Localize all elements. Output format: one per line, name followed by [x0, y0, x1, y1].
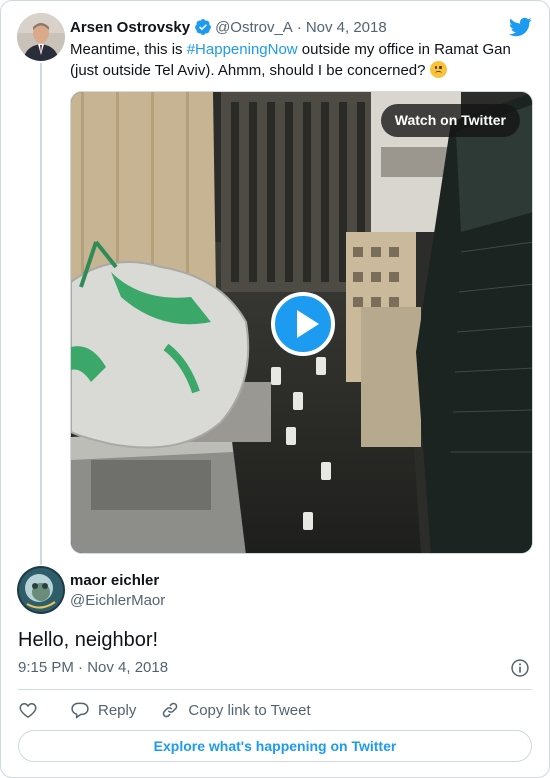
tweet-actions: Reply Copy link to Tweet	[18, 698, 311, 722]
copy-link-button[interactable]: Copy link to Tweet	[160, 700, 311, 720]
info-icon[interactable]	[510, 658, 530, 678]
heart-icon	[19, 702, 37, 718]
hashtag-link[interactable]: #HappeningNow	[187, 41, 298, 58]
worried-face-icon	[429, 61, 447, 78]
explore-button[interactable]: Explore what's happening on Twitter	[18, 730, 532, 762]
avatar[interactable]	[17, 566, 65, 614]
dot-separator: ·	[296, 18, 302, 36]
link-icon	[163, 702, 178, 718]
play-button[interactable]	[271, 292, 335, 356]
tweet-header: Arsen Ostrovsky @Ostrov_A · Nov 4, 2018	[70, 17, 499, 37]
avatar[interactable]	[17, 13, 65, 61]
author-handle[interactable]: @Ostrov_A	[215, 19, 293, 36]
tweet-timestamp[interactable]: 9:15 PM · Nov 4, 2018	[18, 659, 168, 676]
reply-button[interactable]: Reply	[70, 700, 136, 720]
tweet-date[interactable]: Nov 4, 2018	[306, 19, 387, 36]
tweet-embed-card: Arsen Ostrovsky @Ostrov_A · Nov 4, 2018 …	[0, 0, 550, 778]
tweet-text-start: Meantime, this is	[70, 41, 187, 58]
reply-label: Reply	[98, 701, 137, 719]
twitter-bird-icon[interactable]	[508, 15, 532, 39]
reply-tweet-text: Hello, neighbor!	[18, 629, 159, 651]
like-button[interactable]	[18, 700, 38, 720]
video-player[interactable]: Watch on Twitter	[70, 91, 533, 554]
copy-link-label: Copy link to Tweet	[188, 701, 311, 719]
tweet-text: Meantime, this is #HappeningNow outside …	[70, 39, 525, 81]
watch-on-twitter-button[interactable]: Watch on Twitter	[380, 104, 520, 137]
divider	[18, 689, 532, 690]
verified-badge-icon	[195, 19, 211, 35]
author-name[interactable]: Arsen Ostrovsky	[70, 19, 190, 36]
speech-bubble-icon	[71, 702, 89, 719]
thread-connector	[40, 63, 42, 565]
reply-author-handle[interactable]: @EichlerMaor	[70, 592, 165, 609]
reply-author-name[interactable]: maor eichler	[70, 572, 159, 589]
